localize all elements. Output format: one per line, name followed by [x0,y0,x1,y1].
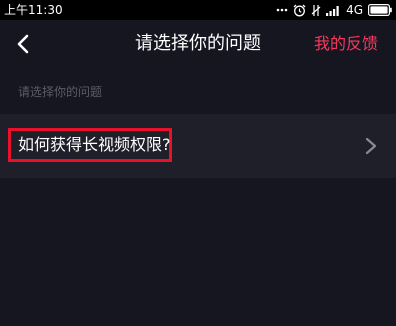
alarm-icon [293,4,306,16]
status-bar: 上午11:30 4G [0,0,396,20]
more-dots-icon [276,8,288,12]
question-label: 如何获得长视频权限? [18,135,171,154]
battery-icon [368,4,392,16]
status-icons: 4G [276,2,392,18]
network-label: 4G [346,3,363,17]
status-time: 上午11:30 [4,3,63,17]
chevron-right-icon [365,137,377,155]
my-feedback-link[interactable]: 我的反馈 [314,33,378,55]
signal-icon [326,5,339,16]
mute-icon [311,4,321,16]
section-label: 请选择你的问题 [18,85,103,99]
screen: 上午11:30 4G 请选择你的问题 我的反馈 请选择你的问题 如何获得长视频权… [0,0,396,326]
question-row[interactable]: 如何获得长视频权限? [0,114,396,178]
nav-bar: 请选择你的问题 我的反馈 [0,20,396,68]
